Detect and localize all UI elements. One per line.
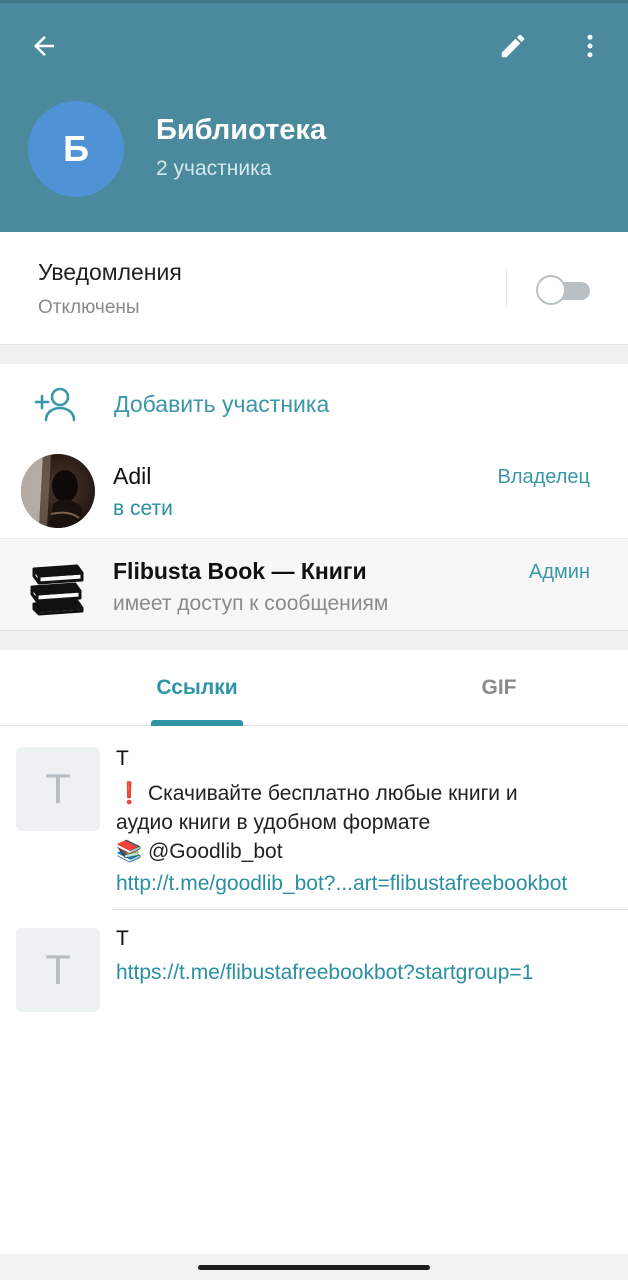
group-title: Библиотека	[156, 114, 327, 146]
tab-links[interactable]: Ссылки	[141, 650, 253, 726]
link-url[interactable]: https://t.me/flibustafreebookbot?startgr…	[116, 961, 533, 985]
user-photo	[21, 454, 95, 528]
notifications-row[interactable]: Уведомления Отключены	[0, 232, 628, 344]
member-role: Владелец	[497, 466, 590, 488]
add-member-label: Добавить участника	[114, 391, 330, 417]
back-arrow-icon	[34, 36, 54, 56]
avatar	[21, 549, 95, 623]
link-title: T	[116, 927, 129, 950]
group-avatar[interactable]: Б	[28, 101, 124, 197]
tab-gif[interactable]: GIF	[454, 650, 544, 726]
media-tabs: Ссылки GIF	[0, 650, 628, 726]
member-count: 2 участника	[156, 157, 272, 180]
status-bar-strip	[0, 0, 628, 3]
link-description-line: 📚 @Goodlib_bot	[116, 840, 283, 863]
section-gap	[0, 344, 628, 364]
member-row-adil[interactable]: Adil в сети Владелец	[0, 444, 628, 538]
link-item[interactable]: T T https://t.me/flibustafreebookbot?sta…	[0, 910, 628, 1020]
back-button[interactable]	[20, 22, 68, 70]
add-user-icon	[34, 387, 76, 422]
notifications-label: Уведомления	[38, 259, 182, 285]
link-thumbnail: T	[16, 747, 100, 831]
link-thumbnail: T	[16, 928, 100, 1012]
member-name: Adil	[113, 463, 152, 489]
profile-header: Б Библиотека 2 участника	[0, 0, 628, 232]
member-role: Админ	[529, 561, 590, 583]
link-url[interactable]: http://t.me/goodlib_bot?...art=flibustaf…	[116, 872, 567, 896]
active-tab-indicator	[151, 720, 243, 726]
link-item[interactable]: T T ❗ Скачивайте бесплатно любые книги и…	[0, 727, 628, 910]
member-status: имеет доступ к сообщениям	[113, 592, 389, 615]
member-row-flibusta[interactable]: Flibusta Book — Книги имеет доступ к соо…	[0, 538, 628, 632]
link-title: T	[116, 747, 129, 770]
add-member-button[interactable]: Добавить участника	[0, 364, 628, 444]
divider	[506, 269, 507, 307]
notifications-status: Отключены	[38, 297, 140, 318]
more-vertical-icon	[587, 34, 593, 58]
home-indicator[interactable]	[198, 1265, 430, 1270]
link-description-line: аудио книги в удобном формате	[116, 811, 431, 834]
section-gap	[0, 630, 628, 650]
pencil-icon	[501, 34, 525, 58]
notifications-toggle[interactable]	[536, 275, 590, 305]
more-options-button[interactable]	[566, 22, 614, 70]
member-status: в сети	[113, 497, 173, 520]
system-nav-bar	[0, 1254, 628, 1280]
member-name: Flibusta Book — Книги	[113, 558, 367, 584]
link-description: ❗ Скачивайте бесплатно любые книги и ауд…	[116, 779, 616, 866]
books-icon	[30, 564, 84, 616]
toggle-knob	[536, 275, 566, 305]
link-description-line: ❗ Скачивайте бесплатно любые книги и	[116, 782, 518, 805]
avatar	[21, 454, 95, 528]
edit-button[interactable]	[489, 22, 537, 70]
